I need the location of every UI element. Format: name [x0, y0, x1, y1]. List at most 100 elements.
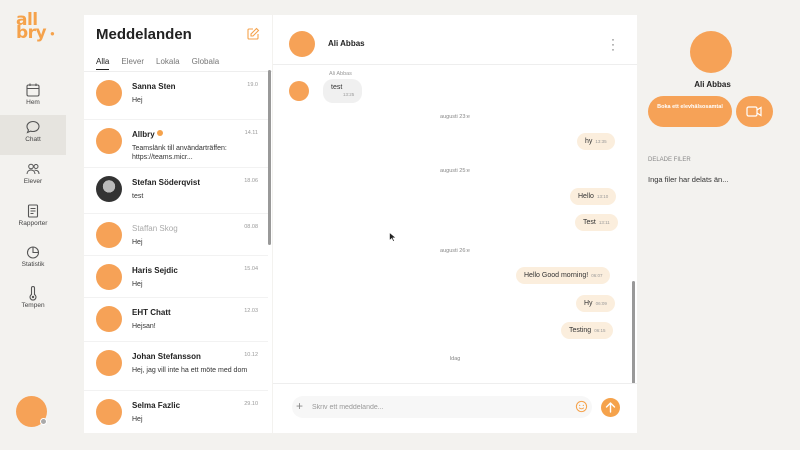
- message-time: 13:25: [343, 92, 355, 97]
- list-item[interactable]: Johan Stefansson 10.12 Hej, jag vill int…: [84, 342, 268, 391]
- logo-dot: ●: [50, 29, 55, 38]
- avatar: [289, 81, 309, 101]
- send-button[interactable]: [601, 398, 620, 417]
- nav-item-elever[interactable]: Elever: [0, 157, 66, 197]
- timestamp: 08.08: [244, 224, 258, 230]
- contact-name: Staffan Skog: [132, 224, 178, 233]
- nav-label: Tempen: [21, 302, 45, 309]
- contact-name: Selma Fazlic: [132, 401, 181, 410]
- tab-lokala[interactable]: Lokala: [156, 57, 180, 70]
- message-input[interactable]: [312, 399, 562, 415]
- video-call-button[interactable]: [736, 96, 773, 127]
- nav-label: Rapporter: [18, 220, 48, 227]
- thermometer-icon: [29, 286, 37, 301]
- shared-files-heading: DELADE FILER: [648, 157, 691, 163]
- video-camera-icon: [746, 106, 762, 117]
- list-item[interactable]: Sanna Sten 19.0 Hej: [84, 72, 268, 120]
- message-text: hy: [585, 138, 593, 145]
- list-item[interactable]: Stefan Söderqvist 18.06 test: [84, 168, 268, 214]
- nav-item-statistik[interactable]: Statistik: [0, 240, 66, 280]
- message-bubble: Hello 13:10: [570, 188, 617, 205]
- mouse-cursor-icon: [389, 232, 397, 242]
- contact-name: EHT Chatt: [132, 308, 171, 317]
- message-time: 06:07: [591, 273, 603, 278]
- chat-scrollbar[interactable]: [632, 281, 635, 384]
- shared-files-empty: Inga filer har delats än...: [648, 175, 729, 184]
- list-item[interactable]: Haris Sejdic 15.04 Hej: [84, 256, 268, 298]
- tab-globala[interactable]: Globala: [192, 57, 220, 70]
- message-bubble: hy 13:35: [577, 133, 615, 150]
- message-text: Hello Good morning!: [524, 272, 589, 279]
- verified-icon: [156, 130, 163, 136]
- message-time: 13:11: [598, 220, 610, 225]
- timestamp: 15.04: [244, 266, 258, 272]
- tab-alla[interactable]: Alla: [96, 57, 110, 70]
- timestamp: 10.12: [244, 352, 258, 358]
- nav-label: Elever: [23, 178, 43, 185]
- tab-elever[interactable]: Elever: [121, 57, 144, 70]
- report-icon: [27, 204, 39, 218]
- message-preview: Hej: [132, 239, 143, 246]
- message-text: test: [331, 84, 343, 91]
- message-bubble: test 13:25: [323, 79, 363, 103]
- date-divider: augusti 26:e: [440, 248, 470, 254]
- avatar: [96, 399, 122, 425]
- nav-item-rapporter[interactable]: Rapporter: [0, 199, 66, 239]
- status-badge: [40, 418, 47, 425]
- avatar: [96, 350, 122, 376]
- message-bubble: Hy 06:09: [576, 295, 615, 312]
- nav-item-hem[interactable]: Hem: [0, 78, 66, 118]
- avatar: [96, 176, 122, 202]
- avatar: [96, 128, 122, 154]
- chat-panel: Ali Abbas · · · Ali Abbas test 13:25 august…: [273, 15, 637, 433]
- list-item[interactable]: EHT Chatt 12.03 Hejsan!: [84, 298, 268, 342]
- conversation-list-panel: Meddelanden Alla Elever Lokala Globala S…: [84, 15, 272, 433]
- calendar-icon: [26, 83, 40, 97]
- sender-name: Ali Abbas: [329, 71, 352, 77]
- date-divider: augusti 25:e: [440, 168, 470, 174]
- nav-item-tempen[interactable]: Tempen: [0, 281, 66, 321]
- date-divider: augusti 23:e: [440, 114, 470, 120]
- chat-header: Ali Abbas · · ·: [273, 15, 637, 65]
- list-scrollbar[interactable]: [268, 70, 271, 245]
- message-bubble: Testing 06:15: [561, 322, 614, 339]
- message-preview: Hej: [132, 97, 143, 104]
- nav-label: Hem: [26, 99, 40, 106]
- message-bubble: Test 13:11: [575, 214, 618, 231]
- allbry-logo[interactable]: all bry: [16, 12, 52, 42]
- avatar: [96, 80, 122, 106]
- profile-avatar: [690, 31, 732, 73]
- message-preview: Hej, jag vill inte ha ett möte med dom: [132, 367, 248, 374]
- contact-name: Stefan Söderqvist: [132, 178, 201, 187]
- compose-icon[interactable]: [246, 27, 260, 41]
- list-item[interactable]: Selma Fazlic 29.10 Hej: [84, 391, 268, 433]
- chat-icon: [26, 120, 40, 134]
- profile-name: Ali Abbas: [694, 80, 731, 89]
- composer-divider: [273, 383, 637, 384]
- avatar: [96, 306, 122, 332]
- message-text: Hy: [584, 300, 593, 307]
- contact-name: Sanna Sten: [132, 82, 176, 91]
- message-time: 13:35: [595, 139, 607, 144]
- more-options-icon[interactable]: · · ·: [610, 33, 616, 55]
- page-title: Meddelanden: [96, 26, 192, 43]
- conversation-list: Sanna Sten 19.0 Hej Allbry 14.11 Teamslä…: [84, 72, 268, 433]
- avatar[interactable]: [289, 31, 315, 57]
- list-item[interactable]: Allbry 14.11 Teamslänk till användarträf…: [84, 120, 268, 168]
- contact-name: Allbry: [132, 130, 163, 139]
- nav-label: Statistik: [21, 261, 45, 268]
- contact-name-text: Allbry: [132, 130, 155, 139]
- book-meeting-button[interactable]: Boka ett elevhälsosamtal: [648, 96, 732, 127]
- arrow-up-icon: [605, 402, 616, 413]
- attach-plus-icon[interactable]: +: [296, 399, 303, 413]
- pie-chart-icon: [26, 246, 40, 259]
- timestamp: 29.10: [244, 401, 258, 407]
- people-icon: [26, 163, 40, 175]
- list-item[interactable]: Staffan Skog 08.08 Hej: [84, 214, 268, 256]
- message-preview: test: [132, 193, 144, 200]
- message-time: 13:10: [596, 194, 609, 199]
- message-time: 06:09: [595, 301, 607, 306]
- emoji-icon[interactable]: [575, 400, 588, 413]
- nav-item-chatt[interactable]: Chatt: [0, 115, 66, 155]
- nav-rail: all bry ● Hem Chatt Elever Rapporter Stat…: [0, 0, 66, 450]
